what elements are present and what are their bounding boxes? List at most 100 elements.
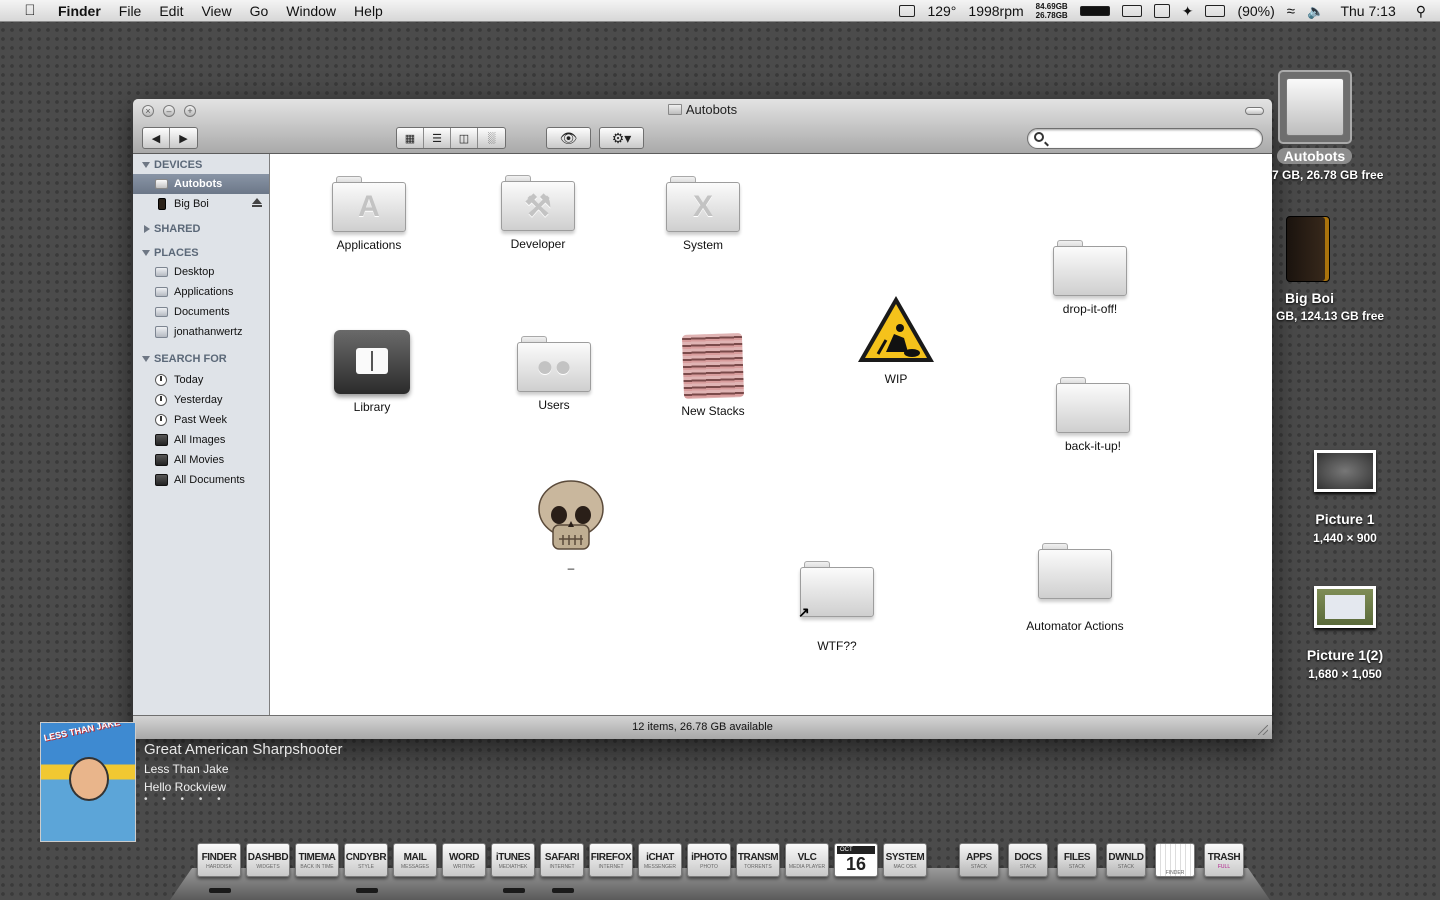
title-bar[interactable]: × – + Autobots ◀ ▶ ▦ ☰ ◫ ░ 👁 ⚙▾ <box>133 99 1272 154</box>
disk-used-value: 84.69GB <box>1035 2 1068 11</box>
apple-menu-icon[interactable]:  <box>20 2 40 19</box>
dock-item-system-preferences[interactable]: SYSTEM MAC OSX <box>883 843 927 877</box>
item-users[interactable]: ●● Users <box>489 336 619 412</box>
dock-item-time-machine[interactable]: TIMEMA BACK IN TIME <box>295 843 339 877</box>
temperature-readout[interactable]: 129° <box>927 3 956 19</box>
sidebar-item-today[interactable]: Today <box>133 370 269 390</box>
column-view-button[interactable]: ◫ <box>451 128 478 148</box>
desktop-item-autobots[interactable]: Autobots 7 GB, 26.78 GB free <box>1272 70 1383 184</box>
smart-folder-icon <box>155 474 168 486</box>
item-new-stacks[interactable]: New Stacks <box>648 332 778 418</box>
disclosure-triangle-icon[interactable] <box>142 250 150 256</box>
battery-percent[interactable]: (90%) <box>1237 3 1274 19</box>
dock-item-ichat[interactable]: iCHAT MESSENGER <box>638 843 682 877</box>
menu-window[interactable]: Window <box>277 3 345 19</box>
dock-stack-apps[interactable]: APPS STACK <box>959 843 999 877</box>
item-dash[interactable]: – <box>506 479 636 575</box>
album-art[interactable]: LESS THAN JAKE <box>40 722 136 842</box>
dock-item-trash[interactable]: TRASH FULL <box>1204 843 1244 877</box>
item-system[interactable]: X System <box>638 176 768 252</box>
sidebar-section-shared[interactable]: SHARED <box>133 218 269 238</box>
dock-label: MAIL <box>403 852 427 863</box>
search-input[interactable] <box>1050 131 1250 146</box>
disclosure-triangle-icon[interactable] <box>144 225 150 233</box>
dock-item-transmission[interactable]: TRANSM TORRENTS <box>736 843 780 877</box>
battery-icon[interactable] <box>1205 5 1226 17</box>
resize-grip-icon[interactable] <box>1258 725 1268 735</box>
dock-item-candybar[interactable]: CNDYBR STYLE <box>344 843 388 893</box>
sidebar-section-devices[interactable]: DEVICES <box>133 154 269 174</box>
disclosure-triangle-icon[interactable] <box>142 356 150 362</box>
icon-view-button[interactable]: ▦ <box>397 128 424 148</box>
item-automator-actions[interactable]: Automator Actions <box>1010 543 1140 633</box>
dock-sublabel: HARDDISK <box>206 864 232 870</box>
clock[interactable]: Thu 7:13 <box>1340 3 1395 19</box>
desktop-item-big-boi[interactable]: Big Boi GB, 124.13 GB free <box>1276 216 1386 323</box>
menu-go[interactable]: Go <box>241 3 278 19</box>
menu-finder[interactable]: Finder <box>56 3 110 19</box>
dock-item-mail[interactable]: MAIL MESSAGES <box>393 843 437 877</box>
star-rating[interactable]: • • • • • <box>144 794 227 805</box>
dock-item-iphoto[interactable]: iPHOTO PHOTO <box>687 843 731 877</box>
cpu-graph-icon[interactable] <box>1121 5 1142 17</box>
action-menu-button[interactable]: ⚙▾ <box>599 127 644 149</box>
item-drop-it-off[interactable]: drop-it-off! <box>1025 240 1155 316</box>
dock-item-finder[interactable]: FINDER HARDDISK <box>197 843 241 893</box>
sidebar-item-all-images[interactable]: All Images <box>133 430 269 450</box>
quick-look-button[interactable]: 👁 <box>546 127 591 149</box>
dock-item-firefox[interactable]: FIREFOX INTERNET <box>589 843 633 877</box>
sidebar-item-all-documents[interactable]: All Documents <box>133 470 269 490</box>
sidebar-section-search-for[interactable]: SEARCH FOR <box>133 348 269 368</box>
search-field[interactable] <box>1027 128 1263 149</box>
disclosure-triangle-icon[interactable] <box>142 162 150 168</box>
sidebar-item-yesterday[interactable]: Yesterday <box>133 390 269 410</box>
sidebar-item-autobots[interactable]: Autobots <box>133 174 269 194</box>
desktop-item-picture-1-2[interactable]: Picture 1(2) 1,680 × 1,050 <box>1295 586 1395 683</box>
dock-item-vlc[interactable]: VLC MEDIA PLAYER <box>785 843 829 877</box>
disk-usage-readout[interactable]: 84.69GB 26.78GB <box>1036 2 1068 20</box>
back-button[interactable]: ◀ <box>143 128 170 148</box>
item-wtf[interactable]: ↗ WTF?? <box>772 561 902 653</box>
spotlight-icon[interactable]: ⚲ <box>1416 3 1426 20</box>
dock-stack-files[interactable]: FILES STACK <box>1057 843 1097 877</box>
item-developer[interactable]: ⚒ Developer <box>473 175 603 251</box>
memory-meter-icon[interactable] <box>1079 6 1110 16</box>
sidebar-section-places[interactable]: PLACES <box>133 242 269 262</box>
menu-help[interactable]: Help <box>345 3 392 19</box>
dock-stack-downloads[interactable]: DWNLD STACK <box>1106 843 1146 877</box>
dock-stack-finder-grid[interactable]: FINDER <box>1155 843 1195 877</box>
bluetooth-icon[interactable]: ✦ <box>1182 3 1194 20</box>
menu-edit[interactable]: Edit <box>150 3 192 19</box>
dock-item-itunes[interactable]: iTUNES MEDIATHEK <box>491 843 535 893</box>
display-icon[interactable] <box>1153 4 1170 18</box>
desktop-item-picture-1[interactable]: Picture 1 1,440 × 900 <box>1295 450 1395 547</box>
dock-item-ical[interactable]: OCT 16 <box>834 843 878 877</box>
menu-file[interactable]: File <box>110 3 151 19</box>
sidebar-item-documents[interactable]: Documents <box>133 302 269 322</box>
item-back-it-up[interactable]: back-it-up! <box>1028 377 1158 453</box>
dock-sublabel: WRITING <box>453 864 475 870</box>
menu-view[interactable]: View <box>192 3 240 19</box>
item-wip[interactable]: WIP <box>831 294 961 386</box>
list-view-button[interactable]: ☰ <box>424 128 451 148</box>
dock-stack-docs[interactable]: DOCS STACK <box>1008 843 1048 877</box>
sidebar-item-home[interactable]: jonathanwertz <box>133 322 269 342</box>
cpu-meter-icon[interactable] <box>899 5 916 17</box>
sidebar-item-desktop[interactable]: Desktop <box>133 262 269 282</box>
dock-item-safari[interactable]: SAFARI INTERNET <box>540 843 584 893</box>
toolbar-toggle-button[interactable] <box>1245 107 1264 115</box>
wifi-icon[interactable]: ≈ <box>1287 3 1295 20</box>
eject-icon[interactable] <box>252 198 262 207</box>
item-applications[interactable]: A Applications <box>304 176 434 252</box>
coverflow-view-button[interactable]: ░ <box>478 128 505 148</box>
sidebar-item-applications[interactable]: Applications <box>133 282 269 302</box>
item-library[interactable]: Library <box>307 324 437 414</box>
dock-item-dashboard[interactable]: DASHBD WIDGETS <box>246 843 290 877</box>
fan-speed-readout[interactable]: 1998rpm <box>968 3 1023 19</box>
dock-item-word[interactable]: WORD WRITING <box>442 843 486 877</box>
sidebar-item-big-boi[interactable]: Big Boi <box>133 194 269 214</box>
forward-button[interactable]: ▶ <box>170 128 197 148</box>
volume-icon[interactable]: 🔈 <box>1307 3 1324 20</box>
sidebar-item-past-week[interactable]: Past Week <box>133 410 269 430</box>
sidebar-item-all-movies[interactable]: All Movies <box>133 450 269 470</box>
